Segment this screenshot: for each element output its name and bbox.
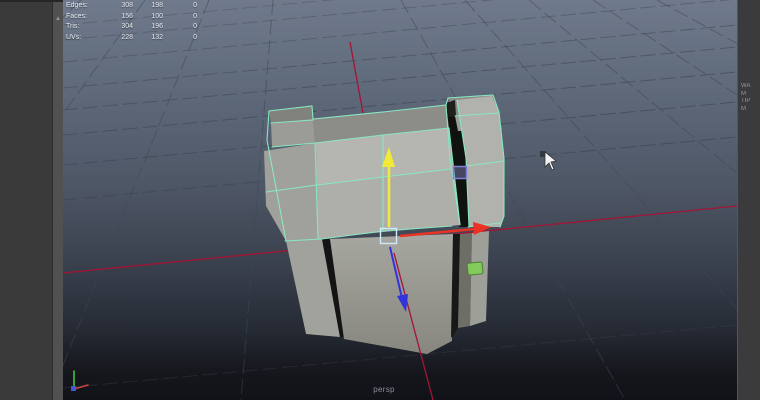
hud-row-faces: Faces: 156 100 0	[66, 12, 197, 23]
model-chest[interactable]	[264, 94, 505, 354]
hud-faces-other: 0	[193, 12, 197, 20]
hud-faces-label: Faces:	[66, 12, 88, 20]
hud-tris-other: 0	[193, 23, 197, 31]
hud-row-edges: Edges: 308 198 0	[66, 1, 197, 12]
scrollbar-up-arrow-icon[interactable]: ▲	[53, 2, 63, 24]
left-panel-scrollbar[interactable]: ▲	[52, 2, 63, 400]
hud-tris-selected: 196	[151, 23, 163, 31]
model-right-leg-shadow	[458, 233, 472, 328]
purple-square-handle[interactable]	[452, 165, 468, 180]
3d-viewport[interactable]: Edges: 308 198 0 Faces: 156 100 0 Tris: …	[63, 0, 737, 400]
hud-uvs-selected: 132	[151, 33, 163, 41]
hud-edges-label: Edges:	[66, 2, 88, 9]
model-left-post-front	[271, 119, 315, 147]
left-panel: ▲	[0, 0, 63, 400]
hud-edges-total: 308	[121, 2, 133, 9]
hud-faces-selected: 100	[151, 12, 163, 20]
hud-faces-total: 156	[121, 12, 133, 20]
view-axis-gizmo	[71, 370, 89, 391]
poly-count-hud: Edges: 308 198 0 Faces: 156 100 0 Tris: …	[66, 1, 197, 43]
hud-uvs-other: 0	[193, 33, 197, 41]
viewport-canvas	[63, 0, 737, 400]
hud-row-tris: Tris: 304 196 0	[66, 22, 197, 33]
hud-tris-label: Tris:	[66, 23, 80, 31]
hud-edges-selected: 198	[151, 2, 163, 9]
application-window: Edges: 308 198 0 Faces: 156 100 0 Tris: …	[0, 0, 760, 400]
grid-z-axis-line-upper	[349, 41, 364, 114]
hud-uvs-label: UVs:	[66, 33, 82, 41]
camera-label: persp	[373, 385, 395, 394]
right-panel: WA M TIP M	[737, 0, 760, 400]
model-left-facet	[264, 143, 318, 241]
hud-row-uvs: UVs: 228 132 0	[66, 33, 197, 44]
right-panel-text-line: WA	[741, 83, 751, 89]
hud-edges-other: 0	[193, 2, 197, 9]
model-right-leg-front	[470, 231, 489, 326]
hud-tris-total: 304	[121, 23, 133, 31]
hud-uvs-total: 228	[121, 33, 133, 41]
right-panel-text-line: M	[741, 90, 746, 97]
green-square-handle[interactable]	[466, 261, 484, 276]
gizmo-z-axis	[71, 386, 76, 391]
right-panel-text-line: M	[741, 105, 746, 112]
right-panel-text-line: TIP	[741, 98, 751, 104]
